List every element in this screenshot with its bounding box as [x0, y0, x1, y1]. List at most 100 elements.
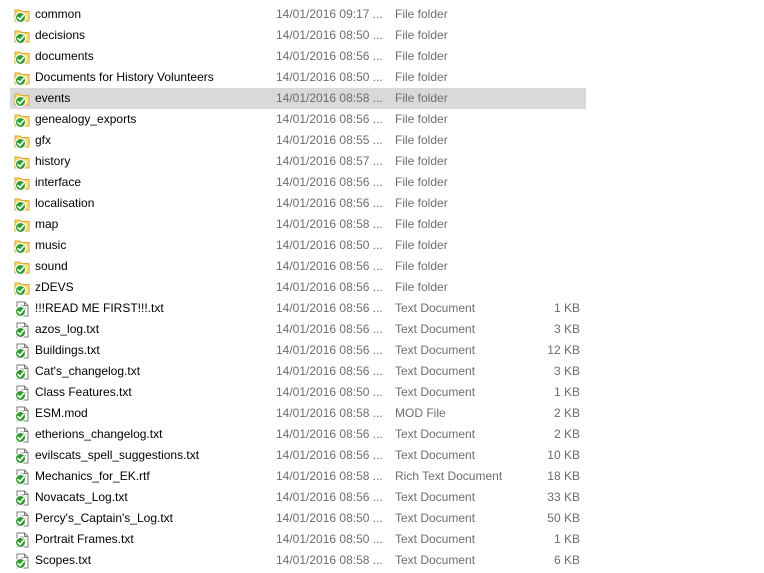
file-type: Text Document [395, 448, 476, 462]
file-name: Novacats_Log.txt [35, 490, 128, 504]
file-row[interactable]: music 14/01/2016 08:50 ... File folder [10, 235, 586, 256]
file-name: events [35, 91, 71, 105]
folder-synced-icon [14, 280, 30, 296]
file-row[interactable]: documents 14/01/2016 08:56 ... File fold… [10, 46, 586, 67]
file-row[interactable]: Documents for History Volunteers 14/01/2… [10, 67, 586, 88]
file-name: evilscats_spell_suggestions.txt [35, 448, 200, 462]
file-name: interface [35, 175, 82, 189]
file-size: 18 KB [547, 469, 580, 483]
file-date-modified: 14/01/2016 08:50 ... [276, 511, 383, 525]
file-name: zDEVS [35, 280, 74, 294]
folder-synced-icon [14, 196, 30, 212]
file-date-modified: 14/01/2016 08:56 ... [276, 427, 383, 441]
file-row[interactable]: Class Features.txt 14/01/2016 08:50 ... … [10, 382, 586, 403]
folder-synced-icon [14, 217, 30, 233]
file-name: Class Features.txt [35, 385, 132, 399]
file-type: File folder [395, 175, 448, 189]
file-size: 10 KB [547, 448, 580, 462]
file-date-modified: 14/01/2016 08:57 ... [276, 154, 383, 168]
folder-synced-icon [14, 49, 30, 65]
folder-synced-icon [14, 112, 30, 128]
file-name: Buildings.txt [35, 343, 100, 357]
file-row[interactable]: ESM.mod 14/01/2016 08:58 ... MOD File 2 … [10, 403, 586, 424]
file-row[interactable]: history 14/01/2016 08:57 ... File folder [10, 151, 586, 172]
file-type: File folder [395, 7, 448, 21]
document-synced-icon [14, 343, 30, 359]
file-date-modified: 14/01/2016 08:56 ... [276, 322, 383, 336]
file-row[interactable]: Novacats_Log.txt 14/01/2016 08:56 ... Te… [10, 487, 586, 508]
file-type: MOD File [395, 406, 446, 420]
file-date-modified: 14/01/2016 08:55 ... [276, 133, 383, 147]
folder-synced-icon [14, 154, 30, 170]
file-date-modified: 14/01/2016 08:58 ... [276, 91, 383, 105]
file-date-modified: 14/01/2016 08:50 ... [276, 238, 383, 252]
file-size: 50 KB [547, 511, 580, 525]
file-row[interactable]: Buildings.txt 14/01/2016 08:56 ... Text … [10, 340, 586, 361]
file-type: Rich Text Document [395, 469, 503, 483]
file-date-modified: 14/01/2016 08:56 ... [276, 259, 383, 273]
file-row[interactable]: etherions_changelog.txt 14/01/2016 08:56… [10, 424, 586, 445]
file-row[interactable]: events 14/01/2016 08:58 ... File folder [10, 88, 586, 109]
file-type: Text Document [395, 322, 476, 336]
document-synced-icon [14, 364, 30, 380]
file-name: sound [35, 259, 68, 273]
file-size: 2 KB [553, 406, 580, 420]
file-date-modified: 14/01/2016 08:50 ... [276, 532, 383, 546]
file-type: Text Document [395, 364, 476, 378]
file-type: File folder [395, 196, 448, 210]
file-name: localisation [35, 196, 95, 210]
file-row[interactable]: Mechanics_for_EK.rtf 14/01/2016 08:58 ..… [10, 466, 586, 487]
file-type: File folder [395, 154, 448, 168]
file-name: decisions [35, 28, 86, 42]
file-name: documents [35, 49, 94, 63]
file-size: 6 KB [553, 553, 580, 567]
file-type: File folder [395, 259, 448, 273]
file-date-modified: 14/01/2016 08:56 ... [276, 175, 383, 189]
file-name: map [35, 217, 59, 231]
file-size: 3 KB [553, 364, 580, 378]
file-row[interactable]: genealogy_exports 14/01/2016 08:56 ... F… [10, 109, 586, 130]
file-type: Text Document [395, 490, 476, 504]
file-date-modified: 14/01/2016 09:17 ... [276, 7, 383, 21]
file-name: !!!READ ME FIRST!!!.txt [35, 301, 164, 315]
file-name: ESM.mod [35, 406, 88, 420]
file-name: Mechanics_for_EK.rtf [35, 469, 150, 483]
file-row[interactable]: interface 14/01/2016 08:56 ... File fold… [10, 172, 586, 193]
file-date-modified: 14/01/2016 08:56 ... [276, 343, 383, 357]
file-date-modified: 14/01/2016 08:58 ... [276, 217, 383, 231]
file-row[interactable]: decisions 14/01/2016 08:50 ... File fold… [10, 25, 586, 46]
file-row[interactable]: Portrait Frames.txt 14/01/2016 08:50 ...… [10, 529, 586, 550]
file-date-modified: 14/01/2016 08:56 ... [276, 448, 383, 462]
document-synced-icon [14, 385, 30, 401]
folder-synced-icon [14, 133, 30, 149]
file-row[interactable]: evilscats_spell_suggestions.txt 14/01/20… [10, 445, 586, 466]
file-type: Text Document [395, 301, 476, 315]
file-date-modified: 14/01/2016 08:50 ... [276, 70, 383, 84]
file-type: File folder [395, 49, 448, 63]
file-row[interactable]: common 14/01/2016 09:17 ... File folder [10, 4, 586, 25]
document-synced-icon [14, 469, 30, 485]
file-row[interactable]: localisation 14/01/2016 08:56 ... File f… [10, 193, 586, 214]
file-date-modified: 14/01/2016 08:56 ... [276, 196, 383, 210]
file-size: 12 KB [547, 343, 580, 357]
file-type: Text Document [395, 427, 476, 441]
file-row[interactable]: !!!READ ME FIRST!!!.txt 14/01/2016 08:56… [10, 298, 586, 319]
file-date-modified: 14/01/2016 08:56 ... [276, 490, 383, 504]
file-size: 1 KB [553, 301, 580, 315]
file-row[interactable]: Percy's_Captain's_Log.txt 14/01/2016 08:… [10, 508, 586, 529]
file-row[interactable]: map 14/01/2016 08:58 ... File folder [10, 214, 586, 235]
file-row[interactable]: Scopes.txt 14/01/2016 08:58 ... Text Doc… [10, 550, 586, 571]
file-type: File folder [395, 28, 448, 42]
file-row[interactable]: zDEVS 14/01/2016 08:56 ... File folder [10, 277, 586, 298]
document-synced-icon [14, 511, 30, 527]
file-type: Text Document [395, 553, 476, 567]
folder-synced-icon [14, 28, 30, 44]
file-name: common [35, 7, 82, 21]
file-row[interactable]: azos_log.txt 14/01/2016 08:56 ... Text D… [10, 319, 586, 340]
file-date-modified: 14/01/2016 08:58 ... [276, 553, 383, 567]
file-row[interactable]: sound 14/01/2016 08:56 ... File folder [10, 256, 586, 277]
file-type: File folder [395, 112, 448, 126]
file-date-modified: 14/01/2016 08:56 ... [276, 301, 383, 315]
file-row[interactable]: Cat's_changelog.txt 14/01/2016 08:56 ...… [10, 361, 586, 382]
file-row[interactable]: gfx 14/01/2016 08:55 ... File folder [10, 130, 586, 151]
